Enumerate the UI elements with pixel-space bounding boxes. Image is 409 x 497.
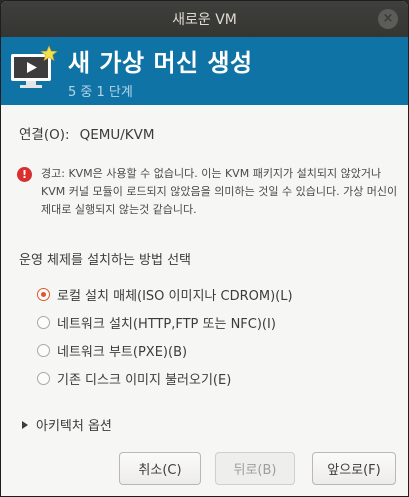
architecture-options-expander[interactable]: 아키텍처 옵션 [22, 415, 112, 434]
connection-value[interactable]: QEMU/KVM [80, 127, 155, 143]
radio-label[interactable]: 네트워크 부트(PXE)(B) [57, 341, 187, 360]
connection-label: 연결(O): [19, 127, 70, 143]
page-title: 새 가상 머신 생성 [68, 49, 253, 77]
radio-label[interactable]: 로컬 설치 매체(ISO 이미지나 CDROM)(L) [57, 285, 293, 304]
kvm-warning-text: 경고: KVM은 사용할 수 없습니다. 이는 KVM 패키지가 설치되지 않았… [41, 167, 398, 216]
radio-label[interactable]: 기존 디스크 이미지 불러오기(E) [57, 369, 231, 388]
expander-label[interactable]: 아키텍처 옵션 [36, 415, 112, 434]
radio-button[interactable] [37, 288, 50, 301]
radio-network-install[interactable]: 네트워크 설치(HTTP,FTP 또는 NFC)(I) [37, 313, 276, 332]
error-icon: ! [17, 167, 32, 182]
expander-arrow-icon[interactable] [22, 420, 28, 429]
install-method-heading: 운영 체제를 설치하는 방법 선택 [19, 253, 192, 268]
back-button[interactable]: 뒤로(B) [215, 452, 295, 485]
header-banner: 새 가상 머신 생성 5 중 1 단계 [1, 37, 408, 105]
step-indicator: 5 중 1 단계 [68, 85, 133, 100]
radio-button[interactable] [37, 316, 50, 329]
radio-button[interactable] [37, 344, 50, 357]
new-vm-dialog: 새로운 VM × 새 가상 머신 생성 5 중 1 단계 연결(O): QEMU/… [0, 0, 409, 497]
radio-network-boot[interactable]: 네트워크 부트(PXE)(B) [37, 341, 187, 360]
radio-import-disk[interactable]: 기존 디스크 이미지 불러오기(E) [37, 369, 231, 388]
virtual-machine-icon [11, 45, 58, 88]
title-bar: 새로운 VM × [1, 1, 408, 37]
cancel-button[interactable]: 취소(C) [119, 452, 201, 485]
radio-label[interactable]: 네트워크 설치(HTTP,FTP 또는 NFC)(I) [57, 313, 276, 332]
connection-row: 연결(O): QEMU/KVM [19, 123, 155, 143]
radio-button[interactable] [37, 372, 50, 385]
forward-button[interactable]: 앞으로(F) [312, 452, 396, 485]
close-icon[interactable]: × [378, 9, 398, 29]
radio-local-media[interactable]: 로컬 설치 매체(ISO 이미지나 CDROM)(L) [37, 285, 293, 304]
window-title: 새로운 VM [172, 12, 237, 28]
